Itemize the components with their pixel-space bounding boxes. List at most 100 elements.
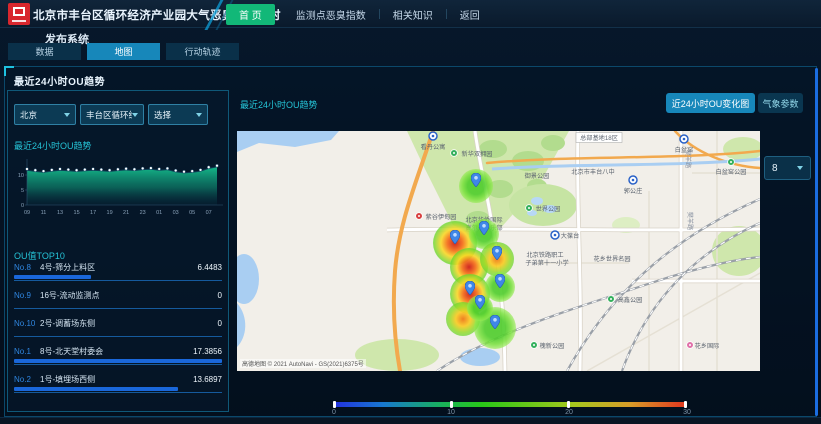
heatmap-layer xyxy=(237,131,760,371)
ou-change-map-button[interactable]: 近24小时OU变化图 xyxy=(666,93,755,113)
weather-params-button[interactable]: 气象参数 xyxy=(758,93,803,113)
logo-text-bar xyxy=(12,20,26,22)
top-list-item[interactable]: No.916号-流动监测点 0 xyxy=(14,290,222,309)
site-value: 6.4483 xyxy=(198,263,222,272)
progress-bar xyxy=(14,275,91,279)
map-pin-icon[interactable] xyxy=(450,230,460,244)
chart-svg: 0510091113151719212301030507 xyxy=(11,155,225,227)
svg-text:5: 5 xyxy=(21,188,24,194)
svg-text:10: 10 xyxy=(18,173,24,179)
scale-tick-marker xyxy=(333,401,336,408)
map-pin-icon[interactable] xyxy=(479,221,489,235)
scale-label-0: 0 xyxy=(332,409,336,416)
site-select[interactable]: 选择 xyxy=(148,104,208,125)
chevron-down-icon xyxy=(64,113,70,117)
dashboard-screen: 北京市丰台区循环经济产业园大气恶臭状况实时 首 页 监测点恶臭指数 相关知识 返… xyxy=(0,0,821,424)
site-select-value: 选择 xyxy=(154,109,171,121)
site-value: 13.6897 xyxy=(193,375,222,384)
chevron-down-icon xyxy=(797,166,803,170)
trend-chart-title: 最近24小时OU趋势 xyxy=(14,139,92,152)
map-pin-icon[interactable] xyxy=(471,173,481,187)
ou-color-scale xyxy=(333,402,687,407)
top-list-item[interactable]: No.84号-筛分上料区6.4483 xyxy=(14,262,222,281)
app-logo-icon xyxy=(8,3,30,25)
logo-glyph xyxy=(13,7,25,16)
city-select[interactable]: 北京 xyxy=(14,104,76,125)
nav-item-odor-index[interactable]: 监测点恶臭指数 xyxy=(283,4,379,25)
map-pin-icon[interactable] xyxy=(465,281,475,295)
top-list-item[interactable]: No.21号-填埋场西侧 13.6897 xyxy=(14,374,222,393)
ou-top-list: No.84号-筛分上料区6.4483 No.916号-流动监测点0 No.102… xyxy=(14,262,222,402)
divider xyxy=(14,336,222,337)
divider xyxy=(14,280,222,281)
svg-text:05: 05 xyxy=(189,210,195,216)
park-select-value: 丰台区循环经济产 xyxy=(86,109,132,121)
map-side-select[interactable]: 8 xyxy=(764,156,811,180)
site-name: 4号-筛分上料区 xyxy=(40,262,95,273)
divider xyxy=(14,364,222,365)
map-side-select-value: 8 xyxy=(772,163,778,174)
map-panel-title: 最近24小时OU趋势 xyxy=(240,98,318,111)
scrollbar[interactable] xyxy=(815,68,818,416)
site-value: 0 xyxy=(218,319,222,328)
svg-text:19: 19 xyxy=(107,210,113,216)
svg-text:17: 17 xyxy=(90,210,96,216)
site-name: 8号-北天堂村委会 xyxy=(40,346,103,357)
nav-item-home[interactable]: 首 页 xyxy=(226,4,275,25)
chevron-down-icon xyxy=(196,113,202,117)
progress-bar xyxy=(14,387,178,391)
tab-data[interactable]: 数据 xyxy=(8,43,81,60)
map-pin-icon[interactable] xyxy=(490,315,500,329)
svg-text:21: 21 xyxy=(123,210,129,216)
map-pin-icon[interactable] xyxy=(492,246,502,260)
rank-label: No.9 xyxy=(14,291,38,300)
site-value: 0 xyxy=(218,291,222,300)
left-panel: 北京 丰台区循环经济产 选择 最近24小时OU趋势 05100911131517… xyxy=(7,90,229,412)
tab-track[interactable]: 行动轨迹 xyxy=(166,43,239,60)
progress-bar xyxy=(14,359,222,363)
main-nav: 首 页 监测点恶臭指数 相关知识 返回 xyxy=(226,0,493,28)
city-select-value: 北京 xyxy=(20,109,37,121)
svg-text:15: 15 xyxy=(74,210,80,216)
scale-tick-marker xyxy=(567,401,570,408)
ou-trend-chart: 0510091113151719212301030507 xyxy=(11,155,225,227)
svg-text:03: 03 xyxy=(173,210,179,216)
site-name: 2号-调蓄场东侧 xyxy=(40,318,95,329)
view-tabs: 数据 地图 行动轨迹 xyxy=(8,43,239,60)
scale-tick-marker xyxy=(684,401,687,408)
rank-label: No.1 xyxy=(14,347,38,356)
svg-text:01: 01 xyxy=(156,210,162,216)
chevron-down-icon xyxy=(132,113,138,117)
svg-text:09: 09 xyxy=(24,210,30,216)
rank-label: No.2 xyxy=(14,375,38,384)
frame-corner-accent xyxy=(4,66,14,76)
top-list-title: OU值TOP10 xyxy=(14,249,65,262)
divider xyxy=(14,308,222,309)
top-list-item[interactable]: No.18号-北天堂村委会 17.3856 xyxy=(14,346,222,365)
svg-text:07: 07 xyxy=(206,210,212,216)
rank-label: No.10 xyxy=(14,319,38,328)
site-value: 17.3856 xyxy=(193,347,222,356)
svg-text:23: 23 xyxy=(140,210,146,216)
scale-label-30: 30 xyxy=(683,409,691,416)
tab-map[interactable]: 地图 xyxy=(87,43,160,60)
map-pin-icon[interactable] xyxy=(495,274,505,288)
divider xyxy=(14,392,222,393)
scale-tick-marker xyxy=(450,401,453,408)
scale-label-10: 10 xyxy=(447,409,455,416)
scale-label-20: 20 xyxy=(565,409,573,416)
heatmap-map[interactable]: 看丹公寓新华双拥园总部基地18区御景公园北京市丰台八中郭公庄白盆窑白盆窑公园世界… xyxy=(237,131,760,371)
svg-text:11: 11 xyxy=(41,210,47,216)
frame-title: 最近24小时OU趋势 xyxy=(14,73,105,88)
site-name: 16号-流动监测点 xyxy=(40,290,100,301)
nav-item-back[interactable]: 返回 xyxy=(447,4,493,25)
map-pin-icon[interactable] xyxy=(475,295,485,309)
map-attribution: 高德地图 © 2021 AutoNavi - GS(2021)6375号 xyxy=(240,359,366,368)
site-name: 1号-填埋场西侧 xyxy=(40,374,95,385)
nav-item-knowledge[interactable]: 相关知识 xyxy=(380,4,446,25)
top-list-item[interactable]: No.102号-调蓄场东侧 0 xyxy=(14,318,222,337)
top-header: 北京市丰台区循环经济产业园大气恶臭状况实时 首 页 监测点恶臭指数 相关知识 返… xyxy=(0,0,821,28)
footer-strip xyxy=(0,417,821,424)
park-select[interactable]: 丰台区循环经济产 xyxy=(80,104,144,125)
svg-text:13: 13 xyxy=(57,210,63,216)
